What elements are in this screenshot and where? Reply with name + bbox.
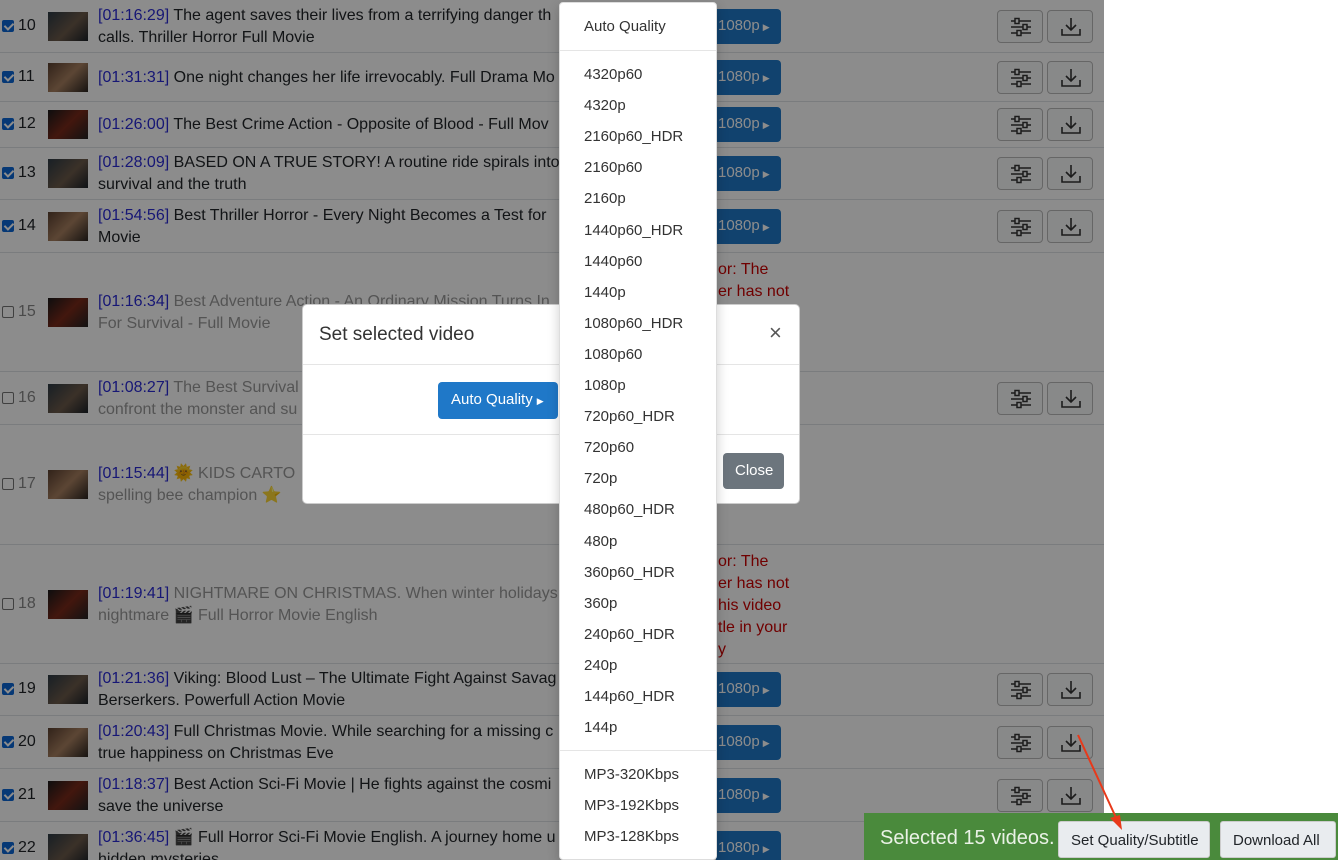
dropdown-divider — [560, 50, 716, 51]
quality-dropdown-menu: Auto Quality 4320p60 4320p 2160p60_HDR 2160… — [559, 2, 717, 860]
dropdown-item-quality[interactable]: 720p — [584, 470, 617, 487]
set-quality-modal: Set selected video × Auto Quality ▶ Close — [302, 304, 800, 504]
dropdown-item-quality[interactable]: 480p — [584, 533, 617, 550]
dropdown-item-quality[interactable]: 1080p60_HDR — [584, 315, 683, 332]
dropdown-item-quality[interactable]: 1440p60_HDR — [584, 222, 683, 239]
dropdown-divider — [560, 750, 716, 751]
dropdown-item-quality[interactable]: 720p60_HDR — [584, 408, 675, 425]
dropdown-item-quality[interactable]: 360p60_HDR — [584, 564, 675, 581]
page-right-blank — [1104, 0, 1338, 860]
dropdown-item-audio[interactable]: MP3-128Kbps — [584, 828, 679, 845]
selection-bar: Selected 15 videos. Set Quality/Subtitle… — [864, 813, 1338, 860]
auto-quality-label: Auto Quality — [451, 391, 533, 408]
dropdown-item-quality[interactable]: 144p60_HDR — [584, 688, 675, 705]
auto-quality-button[interactable]: Auto Quality ▶ — [438, 382, 558, 419]
dropdown-item-quality[interactable]: 240p60_HDR — [584, 626, 675, 643]
dropdown-item-quality[interactable]: 4320p — [584, 97, 626, 114]
dropdown-item-quality[interactable]: 1080p60 — [584, 346, 642, 363]
modal-title: Set selected video — [319, 324, 475, 345]
dropdown-item-quality[interactable]: 2160p60_HDR — [584, 128, 683, 145]
dropdown-item-audio[interactable]: MP3-320Kbps — [584, 766, 679, 783]
dropdown-item-quality[interactable]: 2160p — [584, 190, 626, 207]
modal-header: Set selected video × — [303, 305, 799, 365]
selected-count-text: Selected 15 videos. — [880, 827, 1055, 849]
modal-body: Auto Quality ▶ — [303, 365, 799, 435]
dropdown-item-auto-quality[interactable]: Auto Quality — [584, 18, 666, 35]
close-icon[interactable]: × — [769, 320, 782, 346]
close-button[interactable]: Close — [723, 453, 784, 489]
dropdown-item-quality[interactable]: 1080p — [584, 377, 626, 394]
set-quality-subtitle-button[interactable]: Set Quality/Subtitle — [1058, 821, 1210, 858]
dropdown-item-quality[interactable]: 1440p60 — [584, 253, 642, 270]
dropdown-item-quality[interactable]: 240p — [584, 657, 617, 674]
dropdown-item-quality[interactable]: 2160p60 — [584, 159, 642, 176]
dropdown-item-quality[interactable]: 4320p60 — [584, 66, 642, 83]
dropdown-item-quality[interactable]: 144p — [584, 719, 617, 736]
dropdown-item-quality[interactable]: 720p60 — [584, 439, 634, 456]
dropdown-item-quality[interactable]: 1440p — [584, 284, 626, 301]
dropdown-item-quality[interactable]: 360p — [584, 595, 617, 612]
dropdown-item-quality[interactable]: 480p60_HDR — [584, 501, 675, 518]
download-all-button[interactable]: Download All — [1220, 821, 1336, 858]
dropdown-item-audio[interactable]: MP3-192Kbps — [584, 797, 679, 814]
caret-right-icon: ▶ — [536, 396, 544, 406]
